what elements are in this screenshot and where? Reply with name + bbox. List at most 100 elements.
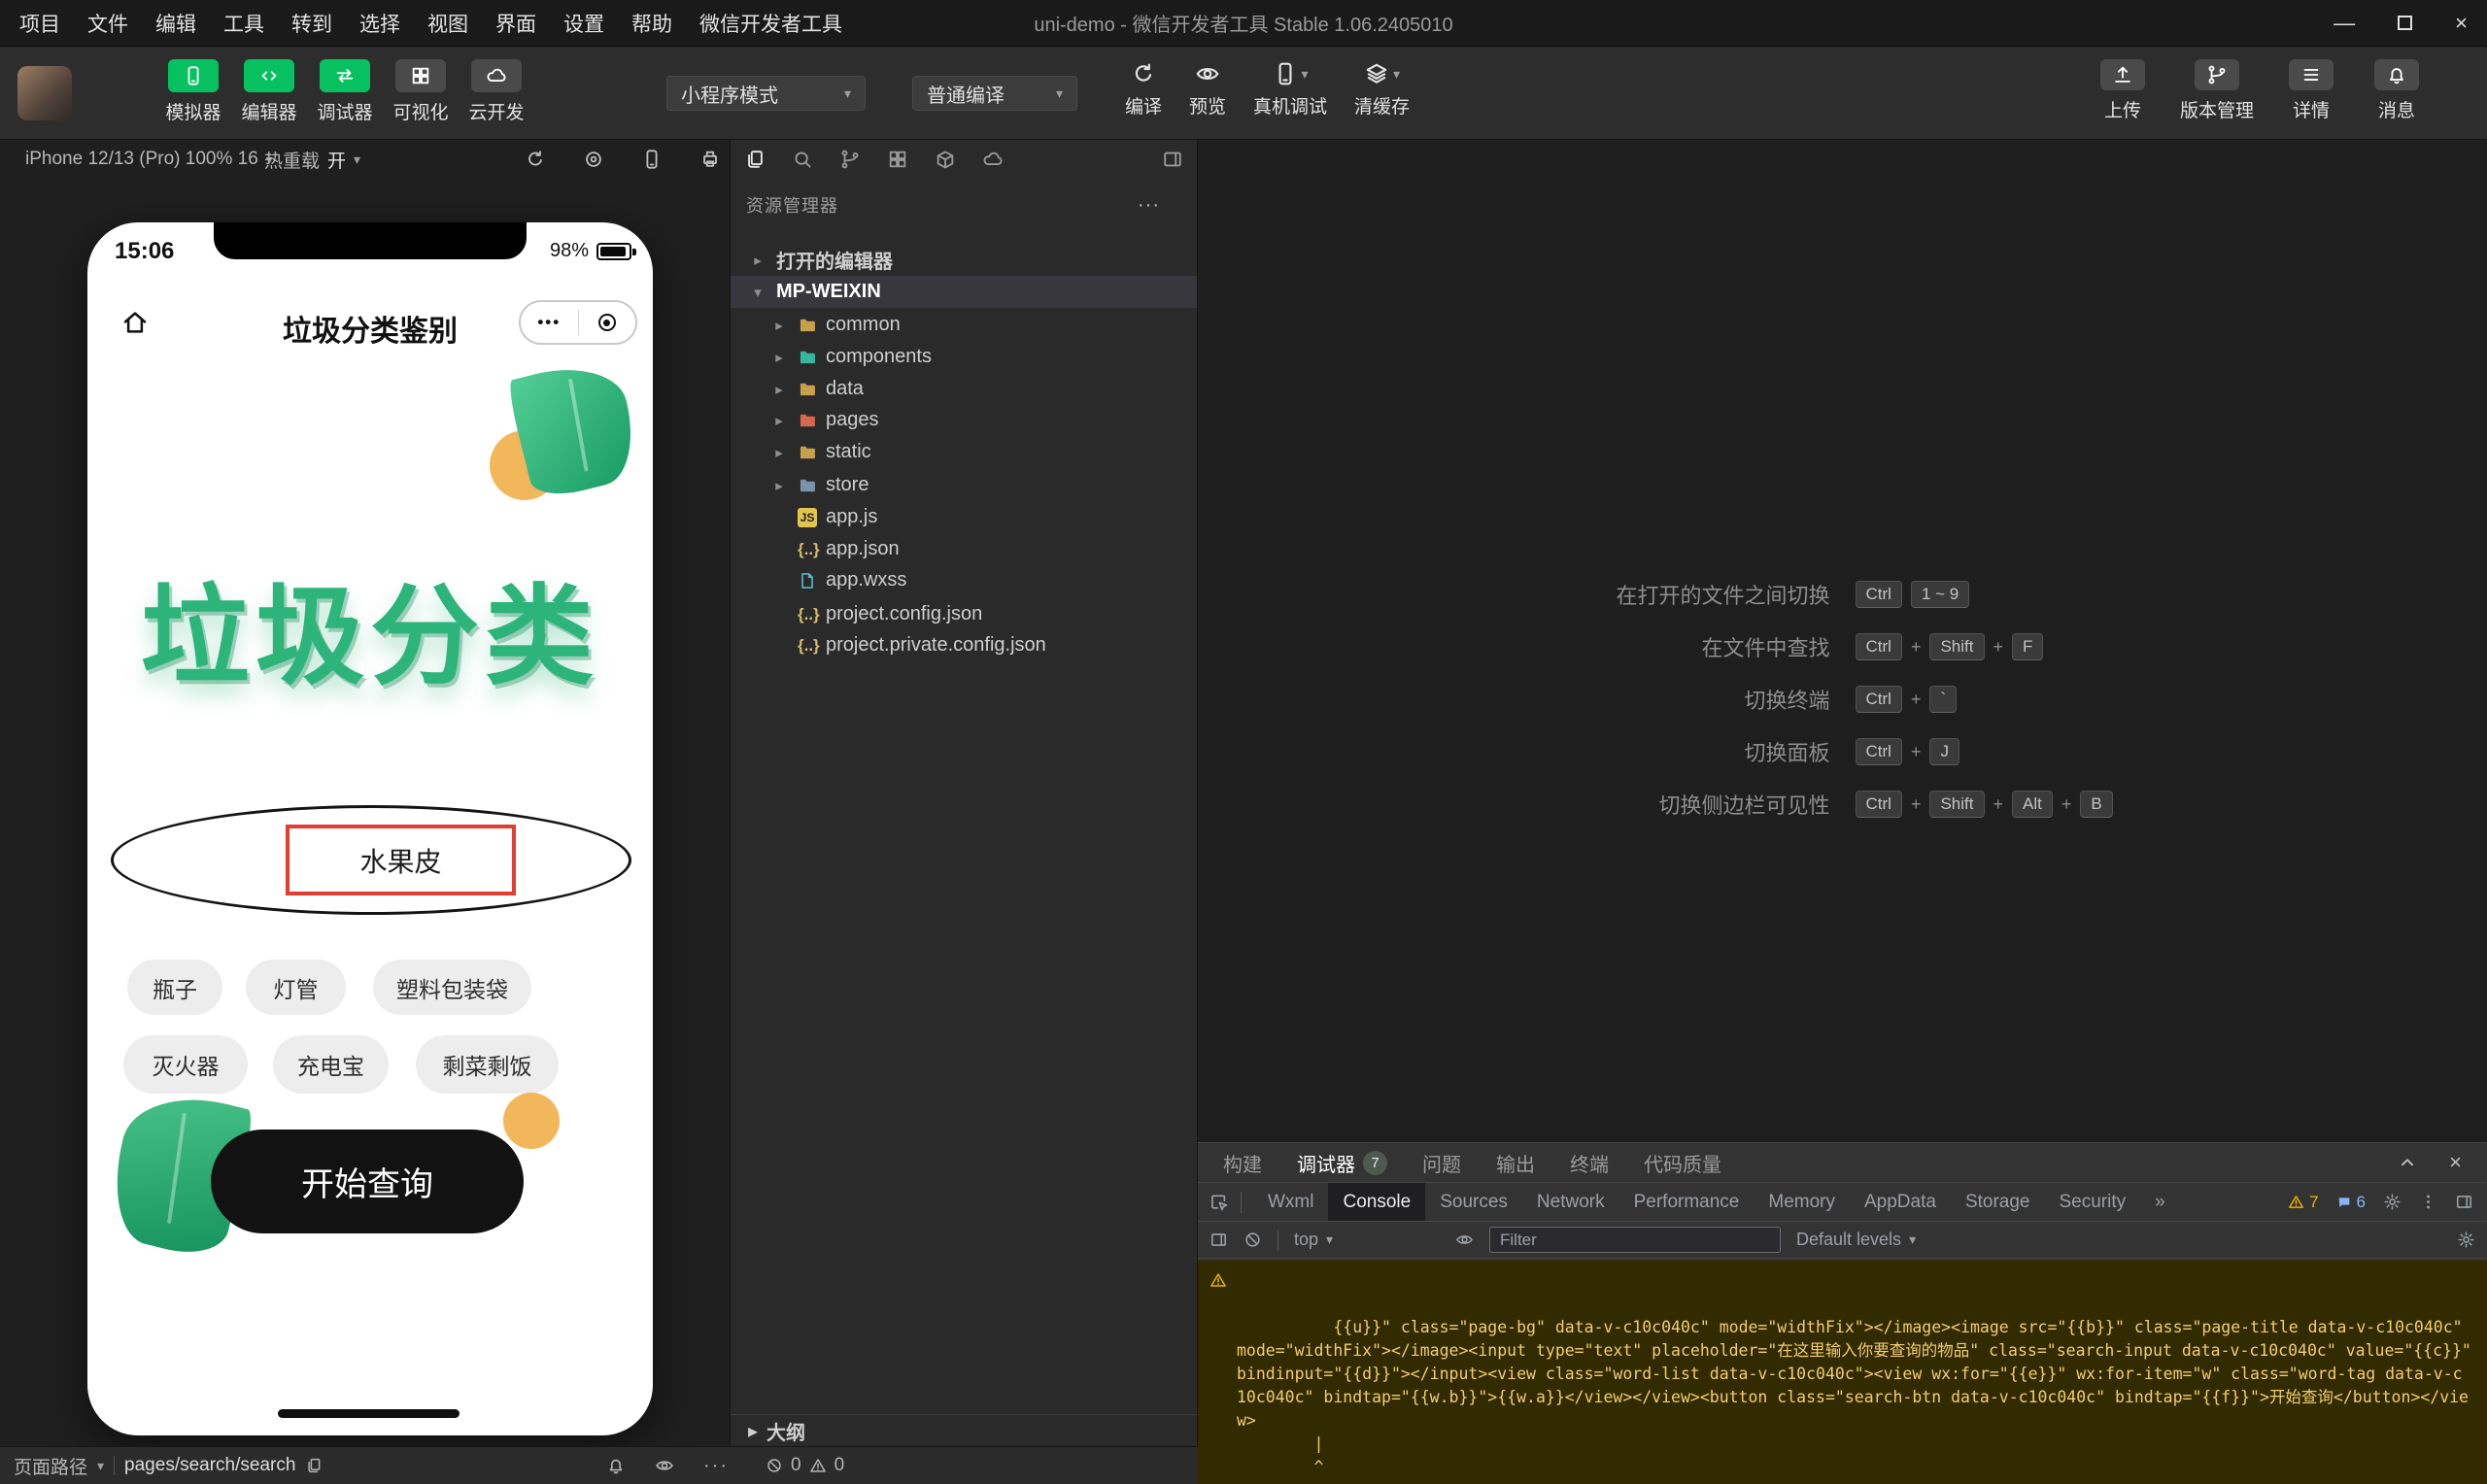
user-avatar[interactable] — [17, 66, 72, 120]
menu-tools[interactable]: 工具 — [223, 9, 264, 38]
info-counter[interactable]: 6 — [2336, 1193, 2366, 1212]
tree-file-app-js[interactable]: JS app.js — [731, 501, 1197, 533]
tag-plastic-bag[interactable]: 塑料包装袋 — [373, 960, 531, 1015]
git-branch-icon[interactable] — [839, 149, 861, 170]
cloud-icon[interactable] — [982, 149, 1004, 170]
more-menu-button[interactable]: ••• — [521, 302, 578, 343]
tab-terminal[interactable]: 终端 — [1570, 1149, 1609, 1177]
menu-file[interactable]: 文件 — [87, 9, 128, 38]
editor-button[interactable]: 编辑器 — [241, 59, 297, 124]
mode-select[interactable]: 小程序模式 ▾ — [666, 76, 866, 111]
devtools-tab-network[interactable]: Network — [1522, 1183, 1619, 1221]
devtools-tab-sources[interactable]: Sources — [1425, 1183, 1522, 1221]
close-miniprogram-button[interactable] — [579, 302, 636, 343]
preview-button[interactable]: 预览 — [1189, 61, 1226, 118]
print-screen-icon[interactable] — [699, 149, 721, 170]
devtools-tab-memory[interactable]: Memory — [1754, 1183, 1850, 1221]
tree-folder-pages[interactable]: ▸ pages — [731, 404, 1197, 436]
menu-select[interactable]: 选择 — [359, 9, 400, 38]
tag-leftovers[interactable]: 剩菜剩饭 — [416, 1035, 559, 1094]
vconsole-bell-icon[interactable] — [606, 1447, 626, 1484]
version-control-button[interactable]: 版本管理 — [2180, 59, 2254, 122]
clear-console-icon[interactable] — [1244, 1231, 1262, 1249]
maximize-button[interactable] — [2398, 16, 2413, 30]
gear-icon[interactable] — [2383, 1193, 2402, 1211]
menu-settings[interactable]: 设置 — [563, 9, 604, 38]
tree-folder-data[interactable]: ▸ data — [731, 373, 1197, 405]
tag-lamp[interactable]: 灯管 — [246, 960, 346, 1015]
tree-file-project-private-config[interactable]: {..} project.private.config.json — [731, 629, 1197, 661]
details-button[interactable]: 详情 — [2283, 59, 2339, 122]
menu-goto[interactable]: 转到 — [291, 9, 332, 38]
hot-reload-select[interactable]: 热重载 开 ▾ — [264, 147, 360, 173]
devtools-tab-storage[interactable]: Storage — [1951, 1183, 2045, 1221]
tab-debugger[interactable]: 调试器 7 — [1297, 1149, 1387, 1177]
warning-counter[interactable]: 7 — [2288, 1193, 2319, 1212]
files-icon[interactable] — [744, 149, 766, 170]
more-actions-icon[interactable]: ··· — [1138, 194, 1160, 217]
devtools-tab-appdata[interactable]: AppData — [1850, 1183, 1951, 1221]
menu-devtools[interactable]: 微信开发者工具 — [699, 9, 842, 38]
menu-project[interactable]: 项目 — [19, 9, 60, 38]
clear-cache-button[interactable]: ▾ 清缓存 — [1354, 61, 1410, 118]
tab-build[interactable]: 构建 — [1223, 1149, 1262, 1177]
visibility-icon[interactable] — [655, 1447, 674, 1484]
copy-icon[interactable] — [305, 1457, 323, 1474]
chevron-up-icon[interactable] — [2397, 1152, 2418, 1173]
record-icon[interactable] — [583, 149, 604, 170]
console-context-select[interactable]: top ▾ — [1294, 1230, 1440, 1250]
devtools-tab-wxml[interactable]: Wxml — [1253, 1183, 1328, 1221]
tab-code-quality[interactable]: 代码质量 — [1644, 1149, 1721, 1177]
eye-icon[interactable] — [1455, 1231, 1474, 1249]
devtools-tab-console[interactable]: Console — [1328, 1183, 1426, 1221]
devtools-tab-performance[interactable]: Performance — [1619, 1183, 1755, 1221]
menu-help[interactable]: 帮助 — [631, 9, 672, 38]
tree-folder-common[interactable]: ▸ common — [731, 309, 1197, 341]
tag-extinguisher[interactable]: 灭火器 — [123, 1035, 248, 1094]
tab-problems[interactable]: 问题 — [1422, 1149, 1461, 1177]
package-icon[interactable] — [935, 149, 956, 170]
tree-file-app-wxss[interactable]: app.wxss — [731, 564, 1197, 596]
devtools-tab-security[interactable]: Security — [2045, 1183, 2141, 1221]
log-levels-select[interactable]: Default levels ▾ — [1796, 1230, 1916, 1250]
menu-edit[interactable]: 编辑 — [155, 9, 196, 38]
tree-folder-components[interactable]: ▸ components — [731, 341, 1197, 373]
messages-button[interactable]: 消息 — [2368, 59, 2425, 122]
rotate-device-icon[interactable] — [641, 149, 663, 170]
more-options-icon[interactable]: ··· — [703, 1447, 729, 1484]
page-path-label[interactable]: 页面路径 — [14, 1453, 87, 1479]
tree-root-mp-weixin[interactable]: ▾ MP-WEIXIN — [731, 276, 1197, 308]
grid-icon[interactable] — [887, 149, 908, 170]
close-panel-icon[interactable]: × — [2449, 1150, 2462, 1175]
console-sidebar-icon[interactable] — [1209, 1231, 1228, 1249]
compile-button[interactable]: 编译 — [1125, 61, 1162, 118]
menu-view[interactable]: 视图 — [427, 9, 468, 38]
start-search-button[interactable]: 开始查询 — [211, 1130, 524, 1233]
tree-open-editors[interactable]: ▸ 打开的编辑器 — [731, 244, 1197, 276]
console-filter-input[interactable] — [1489, 1227, 1781, 1253]
minimize-button[interactable]: — — [2334, 11, 2355, 36]
device-select[interactable]: iPhone 12/13 (Pro) 100% 16 ▾ — [25, 149, 273, 170]
problems-counter[interactable]: 0 0 — [766, 1447, 844, 1484]
menu-interface[interactable]: 界面 — [495, 9, 536, 38]
debugger-button[interactable]: 调试器 — [317, 59, 373, 124]
device-debug-button[interactable]: ▾ 真机调试 — [1253, 61, 1327, 118]
devtools-more-tabs[interactable]: » — [2140, 1183, 2180, 1221]
cloud-dev-button[interactable]: 云开发 — [468, 59, 525, 124]
refresh-icon[interactable] — [525, 149, 546, 170]
compile-mode-select[interactable]: 普通编译 ▾ — [912, 76, 1077, 111]
tree-folder-store[interactable]: ▸ store — [731, 469, 1197, 501]
search-icon[interactable] — [792, 149, 813, 170]
kebab-menu-icon[interactable] — [2419, 1193, 2437, 1211]
dock-side-icon[interactable] — [2455, 1193, 2473, 1211]
tree-file-project-config[interactable]: {..} project.config.json — [731, 598, 1197, 630]
inspect-element-icon[interactable] — [1209, 1193, 1229, 1212]
split-panel-icon[interactable] — [1162, 149, 1183, 170]
visualize-button[interactable]: 可视化 — [392, 59, 449, 124]
tag-bottle[interactable]: 瓶子 — [127, 960, 222, 1015]
tree-file-app-json[interactable]: {..} app.json — [731, 533, 1197, 565]
simulator-button[interactable]: 模拟器 — [165, 59, 221, 124]
close-button[interactable]: × — [2455, 11, 2468, 36]
upload-button[interactable]: 上传 — [2095, 59, 2151, 122]
tab-output[interactable]: 输出 — [1496, 1149, 1535, 1177]
